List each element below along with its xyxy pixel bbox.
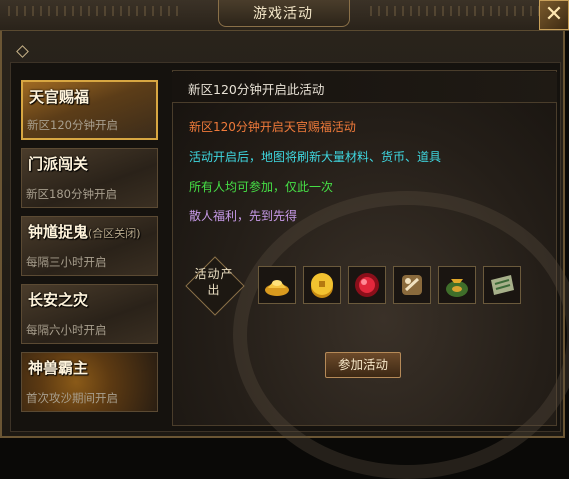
description-line: 活动开启后，地图将刷新大量材料、货币、道具 [189, 150, 442, 164]
tab-schedule: 每隔三小时开启 [26, 255, 107, 269]
join-activity-button[interactable]: 参加活动 [325, 352, 401, 378]
description-line: 新区120分钟开启天官赐福活动 [189, 120, 356, 134]
tab-changan-zhizai[interactable]: 长安之灾 每隔六小时开启 [21, 284, 158, 344]
description-line: 散人福利，先到先得 [189, 209, 298, 223]
tab-menpai-chuangguan[interactable]: 门派闯关 新区180分钟开启 [21, 148, 158, 208]
title-bar-ornament-left [8, 6, 178, 16]
scroll-icon [402, 275, 422, 295]
tab-schedule: 新区180分钟开启 [26, 187, 117, 201]
close-button[interactable]: ✕ [539, 0, 569, 30]
tab-name: 神兽霸主 [28, 359, 89, 377]
tab-zhongkui-zhuogui[interactable]: 钟馗捉鬼(合区关闭) 每隔三小时开启 [21, 216, 158, 276]
description-line: 所有人均可参加，仅此一次 [189, 180, 334, 194]
tab-schedule: 每隔六小时开启 [26, 323, 107, 337]
tab-name: 门派闯关 [28, 155, 89, 173]
output-label: 活动产出 [194, 267, 234, 297]
gold-ingot-icon [265, 280, 289, 296]
tab-name: 长安之灾 [28, 291, 89, 309]
red-gem-icon [355, 273, 379, 297]
reward-item[interactable] [483, 266, 521, 304]
gold-coin-icon [311, 273, 333, 298]
reward-item[interactable] [258, 266, 296, 304]
detail-header: 新区120分钟开启此活动 [188, 82, 325, 97]
map-scroll-icon [491, 275, 514, 295]
money-bag-icon [446, 279, 468, 297]
tab-name: 钟馗捉鬼(合区关闭) [28, 223, 141, 241]
window-title: 游戏活动 [253, 6, 313, 22]
tab-schedule: 首次攻沙期间开启 [26, 391, 118, 405]
reward-item[interactable] [438, 266, 476, 304]
title-bar-ornament-right [370, 6, 540, 16]
tab-tianguan-cifu[interactable]: 天官赐福 新区120分钟开启 [21, 80, 158, 140]
background-ornament [233, 191, 569, 479]
reward-item[interactable] [348, 266, 386, 304]
tab-name: 天官赐福 [29, 88, 90, 106]
tab-schedule: 新区120分钟开启 [27, 118, 118, 132]
tab-shenshou-bazhu[interactable]: 神兽霸主 首次攻沙期间开启 [21, 352, 158, 412]
reward-item[interactable] [303, 266, 341, 304]
reward-item[interactable] [393, 266, 431, 304]
close-icon: ✕ [544, 2, 564, 27]
